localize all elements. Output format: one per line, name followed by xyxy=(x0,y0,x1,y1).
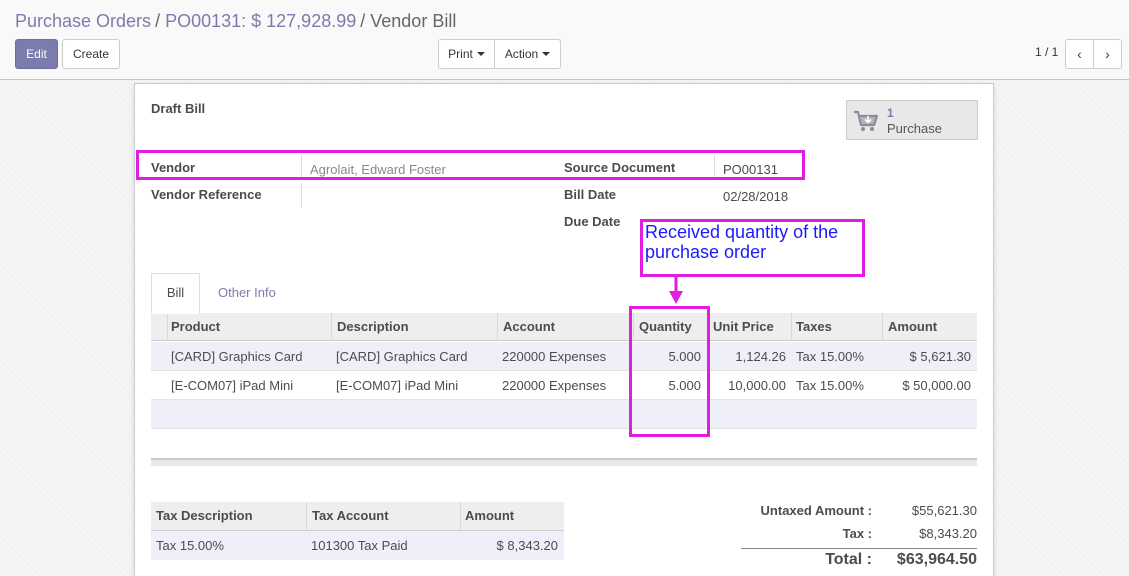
print-dropdown-button[interactable]: Print xyxy=(438,39,495,69)
pager-value[interactable]: 1 / 1 xyxy=(1035,45,1058,59)
tab-bill[interactable]: Bill xyxy=(151,273,200,314)
breadcrumb: Purchase Orders / PO00131: $ 127,928.99/Ve… xyxy=(15,10,456,32)
column-header-account[interactable]: Account xyxy=(503,319,555,334)
cell-amount: $ 5,621.30 xyxy=(909,349,971,364)
breadcrumb-separator: / xyxy=(360,11,366,31)
cell-description: [E-COM07] iPad Mini xyxy=(336,378,459,393)
field-separator xyxy=(301,183,302,208)
control-panel: Purchase Orders / PO00131: $ 127,928.99/Ve… xyxy=(0,0,1129,80)
pager-next-button[interactable]: › xyxy=(1093,39,1122,69)
column-separator xyxy=(791,313,792,341)
column-separator xyxy=(460,502,461,530)
untaxed-amount-label: Untaxed Amount : xyxy=(760,503,872,518)
purchase-smart-button[interactable]: 1 Purchase xyxy=(846,100,978,140)
cell-taxes: Tax 15.00% xyxy=(796,378,864,393)
cell-unit-price: 10,000.00 xyxy=(728,378,786,393)
vendor-reference-label: Vendor Reference xyxy=(151,187,262,202)
bill-status-title: Draft Bill xyxy=(151,101,206,116)
bill-date-field[interactable]: 02/28/2018 xyxy=(723,189,788,204)
cell-product: [E-COM07] iPad Mini xyxy=(171,378,294,393)
untaxed-amount-value: $55,621.30 xyxy=(911,503,977,518)
vendor-source-highlight-box xyxy=(136,150,805,180)
tax-table-header: Tax Description Tax Account Amount xyxy=(151,502,564,531)
cell-taxes: Tax 15.00% xyxy=(796,349,864,364)
column-separator xyxy=(882,313,883,341)
cell-account: 220000 Expenses xyxy=(502,349,607,364)
chevron-left-icon: ‹ xyxy=(1077,46,1082,62)
cell-account: 220000 Expenses xyxy=(502,378,607,393)
table-row[interactable]: [E-COM07] iPad Mini [E-COM07] iPad Mini … xyxy=(151,371,977,400)
tax-table-row: Tax 15.00% 101300 Tax Paid $ 8,343.20 xyxy=(151,531,564,560)
cell-tax-description: Tax 15.00% xyxy=(156,538,224,553)
cell-product: [CARD] Graphics Card xyxy=(171,349,303,364)
edit-button[interactable]: Edit xyxy=(15,39,58,69)
print-label: Print xyxy=(448,47,473,61)
cell-amount: $ 50,000.00 xyxy=(902,378,971,393)
bill-date-label: Bill Date xyxy=(564,187,617,202)
quantity-column-highlight-box xyxy=(629,306,710,437)
column-header-tax-amount: Amount xyxy=(465,508,515,523)
tab-other-info[interactable]: Other Info xyxy=(218,285,276,300)
annotation-arrow-icon xyxy=(669,277,683,304)
column-header-product[interactable]: Product xyxy=(171,319,220,334)
cell-tax-amount: $ 8,343.20 xyxy=(496,538,558,553)
due-date-label: Due Date xyxy=(564,214,621,229)
invoice-lines-header: Product Description Account Quantity Uni… xyxy=(151,313,977,341)
totals-divider xyxy=(741,548,977,549)
column-header-taxes[interactable]: Taxes xyxy=(796,319,832,334)
action-label: Action xyxy=(504,47,539,61)
pager-previous-button[interactable]: ‹ xyxy=(1065,39,1094,69)
purchase-count: 1 xyxy=(887,106,894,120)
column-header-tax-account: Tax Account xyxy=(312,508,389,523)
column-header-amount[interactable]: Amount xyxy=(888,319,937,334)
empty-table-row[interactable] xyxy=(151,400,977,429)
column-separator xyxy=(497,313,498,341)
cell-unit-price: 1,124.26 xyxy=(735,349,786,364)
total-label: Total : xyxy=(825,551,872,568)
cell-description: [CARD] Graphics Card xyxy=(336,349,468,364)
total-value: $63,964.50 xyxy=(896,551,977,568)
vendor-reference-field[interactable] xyxy=(310,186,540,206)
table-row[interactable]: [CARD] Graphics Card [CARD] Graphics Car… xyxy=(151,342,977,371)
tax-total-value: $8,343.20 xyxy=(919,526,977,541)
caret-down-icon xyxy=(476,52,485,56)
caret-down-icon xyxy=(542,52,551,56)
cell-tax-account: 101300 Tax Paid xyxy=(311,538,408,553)
column-separator xyxy=(306,502,307,530)
breadcrumb-purchase-orders[interactable]: Purchase Orders xyxy=(15,11,151,31)
column-separator xyxy=(331,313,332,341)
breadcrumb-purchase-order[interactable]: PO00131: $ 127,928.99 xyxy=(165,11,356,31)
breadcrumb-separator: / xyxy=(155,11,161,31)
cart-icon xyxy=(854,110,879,131)
tax-total-label: Tax : xyxy=(842,526,872,541)
column-separator xyxy=(167,313,168,341)
breadcrumb-current: Vendor Bill xyxy=(370,11,457,31)
annotation-text: Received quantity of the purchase order xyxy=(645,222,839,262)
column-header-tax-description: Tax Description xyxy=(156,508,253,523)
column-header-unit-price[interactable]: Unit Price xyxy=(713,319,774,334)
invoice-lines-footer xyxy=(151,458,977,466)
purchase-label: Purchase xyxy=(887,121,942,136)
create-button[interactable]: Create xyxy=(62,39,120,69)
chevron-right-icon: › xyxy=(1105,46,1110,62)
column-header-description[interactable]: Description xyxy=(337,319,409,334)
action-dropdown-button[interactable]: Action xyxy=(494,39,561,69)
